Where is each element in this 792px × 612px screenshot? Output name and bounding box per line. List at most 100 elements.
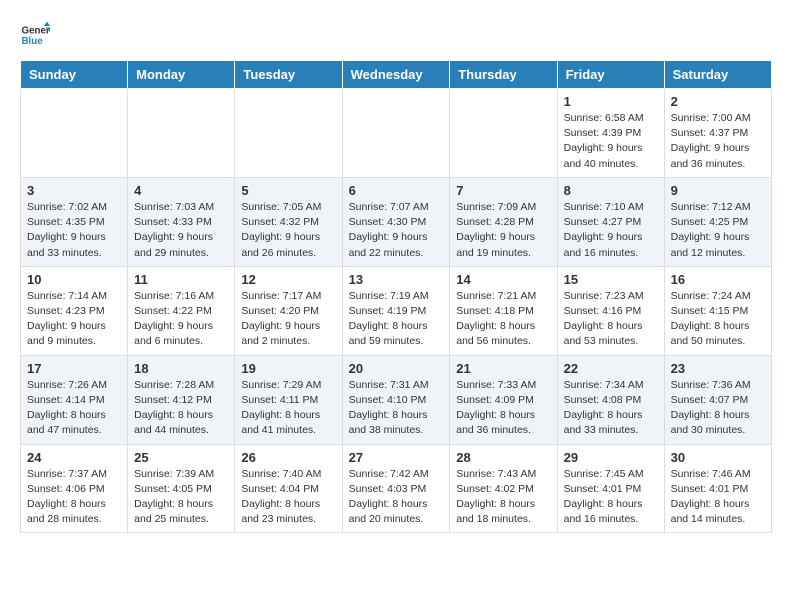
calendar-week-5: 24Sunrise: 7:37 AM Sunset: 4:06 PM Dayli… <box>21 444 772 533</box>
day-info: Sunrise: 7:10 AM Sunset: 4:27 PM Dayligh… <box>564 200 658 261</box>
calendar-cell <box>450 89 557 178</box>
day-info: Sunrise: 6:58 AM Sunset: 4:39 PM Dayligh… <box>564 111 658 172</box>
day-number: 18 <box>134 361 228 376</box>
day-info: Sunrise: 7:33 AM Sunset: 4:09 PM Dayligh… <box>456 378 550 439</box>
calendar-cell: 8 Sunrise: 7:10 AM Sunset: 4:27 PM Daylig… <box>557 177 664 266</box>
svg-text:General: General <box>22 26 51 37</box>
header: General Blue <box>20 20 772 50</box>
calendar-cell: 24Sunrise: 7:37 AM Sunset: 4:06 PM Dayli… <box>21 444 128 533</box>
day-number: 1 <box>564 94 658 109</box>
calendar-cell: 1 Sunrise: 6:58 AM Sunset: 4:39 PM Daylig… <box>557 89 664 178</box>
day-info: Sunrise: 7:07 AM Sunset: 4:30 PM Dayligh… <box>349 200 444 261</box>
calendar-cell: 6 Sunrise: 7:07 AM Sunset: 4:30 PM Daylig… <box>342 177 450 266</box>
day-number: 3 <box>27 183 121 198</box>
calendar-cell: 5 Sunrise: 7:05 AM Sunset: 4:32 PM Daylig… <box>235 177 342 266</box>
calendar-cell <box>235 89 342 178</box>
calendar-cell: 17 Sunrise: 7:26 AM Sunset: 4:14 PM Dayli… <box>21 355 128 444</box>
day-info: Sunrise: 7:26 AM Sunset: 4:14 PM Dayligh… <box>27 378 121 439</box>
day-info: Sunrise: 7:45 AM Sunset: 4:01 PM Dayligh… <box>564 467 658 528</box>
day-number: 6 <box>349 183 444 198</box>
calendar-cell <box>21 89 128 178</box>
day-number: 10 <box>27 272 121 287</box>
day-info: Sunrise: 7:05 AM Sunset: 4:32 PM Dayligh… <box>241 200 335 261</box>
calendar-cell: 2Sunrise: 7:00 AM Sunset: 4:37 PM Daylig… <box>664 89 771 178</box>
day-number: 13 <box>349 272 444 287</box>
day-info: Sunrise: 7:19 AM Sunset: 4:19 PM Dayligh… <box>349 289 444 350</box>
day-number: 4 <box>134 183 228 198</box>
calendar-week-2: 3Sunrise: 7:02 AM Sunset: 4:35 PM Daylig… <box>21 177 772 266</box>
calendar-cell: 21 Sunrise: 7:33 AM Sunset: 4:09 PM Dayli… <box>450 355 557 444</box>
day-info: Sunrise: 7:24 AM Sunset: 4:15 PM Dayligh… <box>671 289 765 350</box>
weekday-header-tuesday: Tuesday <box>235 61 342 89</box>
calendar-cell: 11Sunrise: 7:16 AM Sunset: 4:22 PM Dayli… <box>128 266 235 355</box>
weekday-header-wednesday: Wednesday <box>342 61 450 89</box>
day-info: Sunrise: 7:03 AM Sunset: 4:33 PM Dayligh… <box>134 200 228 261</box>
day-number: 27 <box>349 450 444 465</box>
day-info: Sunrise: 7:31 AM Sunset: 4:10 PM Dayligh… <box>349 378 444 439</box>
day-info: Sunrise: 7:17 AM Sunset: 4:20 PM Dayligh… <box>241 289 335 350</box>
calendar-cell: 25 Sunrise: 7:39 AM Sunset: 4:05 PM Dayli… <box>128 444 235 533</box>
svg-text:Blue: Blue <box>22 36 44 47</box>
day-number: 30 <box>671 450 765 465</box>
calendar-cell: 30Sunrise: 7:46 AM Sunset: 4:01 PM Dayli… <box>664 444 771 533</box>
day-number: 20 <box>349 361 444 376</box>
day-info: Sunrise: 7:43 AM Sunset: 4:02 PM Dayligh… <box>456 467 550 528</box>
calendar-cell: 10 Sunrise: 7:14 AM Sunset: 4:23 PM Dayli… <box>21 266 128 355</box>
logo: General Blue <box>20 20 50 50</box>
day-number: 9 <box>671 183 765 198</box>
day-number: 2 <box>671 94 765 109</box>
weekday-header-sunday: Sunday <box>21 61 128 89</box>
calendar-cell: 18 Sunrise: 7:28 AM Sunset: 4:12 PM Dayli… <box>128 355 235 444</box>
calendar-cell <box>128 89 235 178</box>
weekday-header-row: SundayMondayTuesdayWednesdayThursdayFrid… <box>21 61 772 89</box>
day-number: 15 <box>564 272 658 287</box>
day-info: Sunrise: 7:12 AM Sunset: 4:25 PM Dayligh… <box>671 200 765 261</box>
day-info: Sunrise: 7:14 AM Sunset: 4:23 PM Dayligh… <box>27 289 121 350</box>
calendar-cell: 23 Sunrise: 7:36 AM Sunset: 4:07 PM Dayli… <box>664 355 771 444</box>
day-number: 21 <box>456 361 550 376</box>
day-info: Sunrise: 7:28 AM Sunset: 4:12 PM Dayligh… <box>134 378 228 439</box>
weekday-header-friday: Friday <box>557 61 664 89</box>
day-number: 14 <box>456 272 550 287</box>
calendar-cell: 27Sunrise: 7:42 AM Sunset: 4:03 PM Dayli… <box>342 444 450 533</box>
day-number: 22 <box>564 361 658 376</box>
calendar-cell: 13 Sunrise: 7:19 AM Sunset: 4:19 PM Dayli… <box>342 266 450 355</box>
day-number: 25 <box>134 450 228 465</box>
day-info: Sunrise: 7:36 AM Sunset: 4:07 PM Dayligh… <box>671 378 765 439</box>
day-info: Sunrise: 7:40 AM Sunset: 4:04 PM Dayligh… <box>241 467 335 528</box>
logo-icon: General Blue <box>20 20 50 50</box>
calendar-cell: 15 Sunrise: 7:23 AM Sunset: 4:16 PM Dayli… <box>557 266 664 355</box>
day-number: 7 <box>456 183 550 198</box>
calendar-cell: 7 Sunrise: 7:09 AM Sunset: 4:28 PM Daylig… <box>450 177 557 266</box>
calendar-cell: 22 Sunrise: 7:34 AM Sunset: 4:08 PM Dayli… <box>557 355 664 444</box>
day-number: 11 <box>134 272 228 287</box>
day-number: 5 <box>241 183 335 198</box>
calendar-cell: 12 Sunrise: 7:17 AM Sunset: 4:20 PM Dayli… <box>235 266 342 355</box>
day-info: Sunrise: 7:37 AM Sunset: 4:06 PM Dayligh… <box>27 467 121 528</box>
day-number: 8 <box>564 183 658 198</box>
day-number: 28 <box>456 450 550 465</box>
calendar-cell: 3Sunrise: 7:02 AM Sunset: 4:35 PM Daylig… <box>21 177 128 266</box>
day-info: Sunrise: 7:23 AM Sunset: 4:16 PM Dayligh… <box>564 289 658 350</box>
day-number: 23 <box>671 361 765 376</box>
calendar-cell: 4 Sunrise: 7:03 AM Sunset: 4:33 PM Daylig… <box>128 177 235 266</box>
calendar-week-1: 1 Sunrise: 6:58 AM Sunset: 4:39 PM Daylig… <box>21 89 772 178</box>
calendar-cell: 14 Sunrise: 7:21 AM Sunset: 4:18 PM Dayli… <box>450 266 557 355</box>
day-number: 19 <box>241 361 335 376</box>
calendar-cell: 28 Sunrise: 7:43 AM Sunset: 4:02 PM Dayli… <box>450 444 557 533</box>
day-number: 17 <box>27 361 121 376</box>
calendar-week-3: 10 Sunrise: 7:14 AM Sunset: 4:23 PM Dayli… <box>21 266 772 355</box>
day-info: Sunrise: 7:09 AM Sunset: 4:28 PM Dayligh… <box>456 200 550 261</box>
day-info: Sunrise: 7:39 AM Sunset: 4:05 PM Dayligh… <box>134 467 228 528</box>
day-info: Sunrise: 7:21 AM Sunset: 4:18 PM Dayligh… <box>456 289 550 350</box>
weekday-header-saturday: Saturday <box>664 61 771 89</box>
calendar-cell: 9 Sunrise: 7:12 AM Sunset: 4:25 PM Daylig… <box>664 177 771 266</box>
calendar-cell: 16 Sunrise: 7:24 AM Sunset: 4:15 PM Dayli… <box>664 266 771 355</box>
day-number: 12 <box>241 272 335 287</box>
calendar-cell: 20 Sunrise: 7:31 AM Sunset: 4:10 PM Dayli… <box>342 355 450 444</box>
calendar-week-4: 17 Sunrise: 7:26 AM Sunset: 4:14 PM Dayli… <box>21 355 772 444</box>
weekday-header-monday: Monday <box>128 61 235 89</box>
day-number: 16 <box>671 272 765 287</box>
calendar-table: SundayMondayTuesdayWednesdayThursdayFrid… <box>20 60 772 533</box>
day-info: Sunrise: 7:34 AM Sunset: 4:08 PM Dayligh… <box>564 378 658 439</box>
